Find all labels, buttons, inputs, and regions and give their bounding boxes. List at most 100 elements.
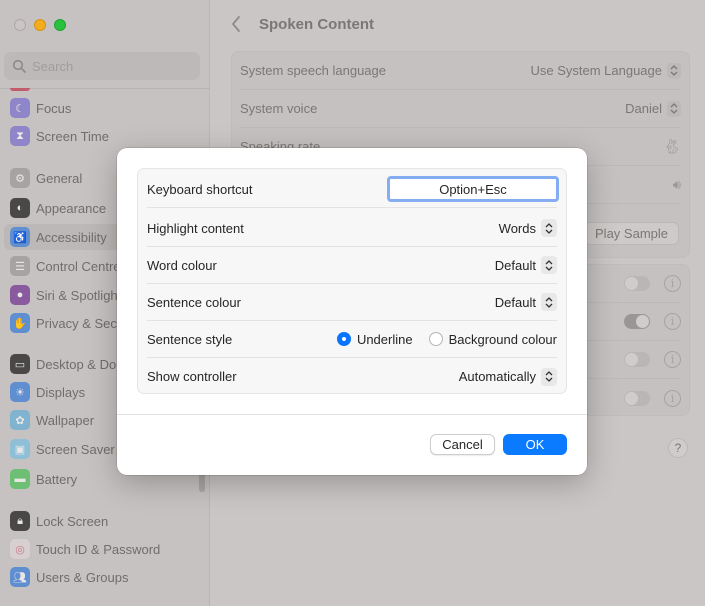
moon-icon: ☾	[10, 98, 30, 118]
radio-underline[interactable]: Underline	[336, 331, 413, 347]
row-sentence-colour: Sentence colour Default	[147, 284, 557, 321]
speech-language-popup[interactable]: Use System Language	[530, 62, 681, 79]
row-label: Show controller	[147, 369, 237, 384]
fingerprint-icon: ◎	[10, 539, 30, 559]
back-button[interactable]	[231, 15, 245, 35]
screensaver-icon: ▣	[10, 439, 30, 459]
info-icon[interactable]: i	[664, 389, 681, 407]
sidebar-item-label: Battery	[36, 471, 78, 487]
option-toggle[interactable]	[624, 314, 650, 329]
info-icon[interactable]: i	[664, 313, 681, 330]
appearance-icon: ◐	[10, 198, 30, 218]
sidebar-item-label: Screen Time	[36, 128, 109, 144]
sidebar-item-users-groups[interactable]: 👥︎ Users & Groups	[4, 564, 200, 590]
dialog-settings-card: Keyboard shortcut Option+Esc Highlight c…	[137, 168, 567, 394]
hourglass-icon: ⧗	[10, 126, 30, 146]
battery-icon: ▬	[10, 469, 30, 489]
popup-value: Default	[494, 257, 536, 273]
row-label: Sentence colour	[147, 294, 241, 310]
search-field[interactable]	[4, 52, 200, 80]
dock-icon: ▭	[10, 354, 30, 374]
sidebar-item-label: Users & Groups	[36, 569, 129, 585]
popup-value: Daniel	[625, 101, 662, 116]
popup-value: Default	[494, 294, 536, 310]
sidebar-item-label: Focus	[36, 100, 72, 116]
lock-icon: 🔒︎	[10, 511, 30, 531]
window-controls	[14, 19, 66, 31]
info-icon[interactable]: i	[664, 275, 681, 292]
chevron-up-down-icon	[541, 219, 557, 237]
sentence-colour-popup[interactable]: Default	[495, 293, 557, 311]
show-controller-popup[interactable]: Automatically	[458, 367, 557, 386]
keyboard-shortcut-field[interactable]: Option+Esc	[387, 176, 559, 202]
minimize-button[interactable]	[34, 19, 46, 31]
play-sample-button[interactable]: Play Sample	[584, 222, 679, 245]
sidebar-item-lock-screen[interactable]: 🔒︎ Lock Screen	[4, 508, 200, 534]
users-icon: 👥︎	[10, 567, 30, 587]
sidebar-item-label: Appearance	[36, 200, 107, 216]
close-button[interactable]	[14, 19, 26, 31]
row-system-speech-language: System speech language Use System Langua…	[240, 52, 681, 90]
highlight-content-popup[interactable]: Words	[499, 219, 557, 237]
sidebar-item-touch-id[interactable]: ◎ Touch ID & Password	[4, 536, 200, 562]
radio-button[interactable]	[428, 332, 443, 346]
hand-icon: ✋	[10, 313, 30, 333]
row-label: Sentence style	[147, 331, 233, 347]
row-system-voice: System voice Daniel	[240, 90, 681, 128]
sidebar-item-label: Screen Saver	[36, 441, 115, 457]
radio-background-colour[interactable]: Background colour	[428, 331, 557, 347]
popup-value: Use System Language	[530, 63, 662, 78]
speaker-icon: 🔊︎	[672, 176, 681, 192]
page-title: Spoken Content	[259, 16, 374, 33]
spoken-content-options-dialog: Keyboard shortcut Option+Esc Highlight c…	[117, 148, 587, 475]
sidebar-item-label: General	[36, 170, 83, 186]
option-toggle[interactable]	[624, 276, 650, 291]
help-button[interactable]: ?	[668, 438, 688, 458]
sidebar-item-screen-time[interactable]: ⧗ Screen Time	[4, 123, 200, 149]
notifications-icon	[10, 88, 30, 91]
chevron-up-down-icon	[667, 62, 681, 79]
row-label: Word colour	[147, 257, 217, 273]
sidebar-item-label: Desktop & Dock	[36, 356, 130, 372]
chevron-up-down-icon	[541, 367, 557, 386]
sun-icon: ☀	[10, 382, 30, 402]
control-centre-icon: ☰	[10, 256, 30, 276]
sidebar-item-focus[interactable]: ☾ Focus	[4, 95, 200, 121]
row-sentence-style: Sentence style Underline Background colo…	[147, 321, 557, 358]
dialog-divider	[117, 414, 587, 415]
system-voice-popup[interactable]: Daniel	[625, 100, 681, 117]
flower-icon: ✿	[10, 410, 30, 430]
gear-icon: ⚙	[10, 168, 30, 188]
radio-button-checked[interactable]	[336, 332, 351, 346]
row-show-controller: Show controller Automatically	[147, 358, 557, 395]
chevron-up-down-icon	[541, 256, 557, 274]
row-word-colour: Word colour Default	[147, 247, 557, 284]
radio-label: Underline	[356, 331, 413, 347]
cancel-button[interactable]: Cancel	[430, 434, 495, 455]
sidebar-item-label: Siri & Spotlight	[36, 287, 122, 303]
sidebar-item-label: Displays	[36, 384, 86, 400]
word-colour-popup[interactable]: Default	[495, 256, 557, 274]
radio-label: Background colour	[448, 331, 557, 347]
sidebar-divider	[0, 88, 210, 89]
chevron-up-down-icon	[541, 293, 557, 311]
chevron-up-down-icon	[667, 100, 681, 117]
popup-value: Automatically	[458, 369, 536, 384]
sidebar-item-label: Accessibility	[36, 229, 107, 245]
sidebar-item-label: Touch ID & Password	[36, 541, 161, 557]
popup-value: Words	[498, 220, 536, 236]
siri-icon: ●	[10, 285, 30, 305]
search-icon	[12, 59, 26, 73]
row-label: System speech language	[240, 63, 386, 78]
chevron-left-icon	[232, 16, 240, 32]
ok-button[interactable]: OK	[503, 434, 567, 455]
search-input[interactable]	[32, 58, 192, 74]
option-toggle[interactable]	[624, 352, 650, 367]
row-label: Keyboard shortcut	[147, 181, 253, 197]
option-toggle[interactable]	[624, 390, 650, 406]
info-icon[interactable]: i	[664, 351, 681, 368]
accessibility-icon: ♿	[10, 227, 30, 247]
maximize-button[interactable]	[54, 19, 66, 31]
sidebar-item-label: Wallpaper	[36, 412, 95, 428]
row-label: System voice	[240, 101, 318, 116]
